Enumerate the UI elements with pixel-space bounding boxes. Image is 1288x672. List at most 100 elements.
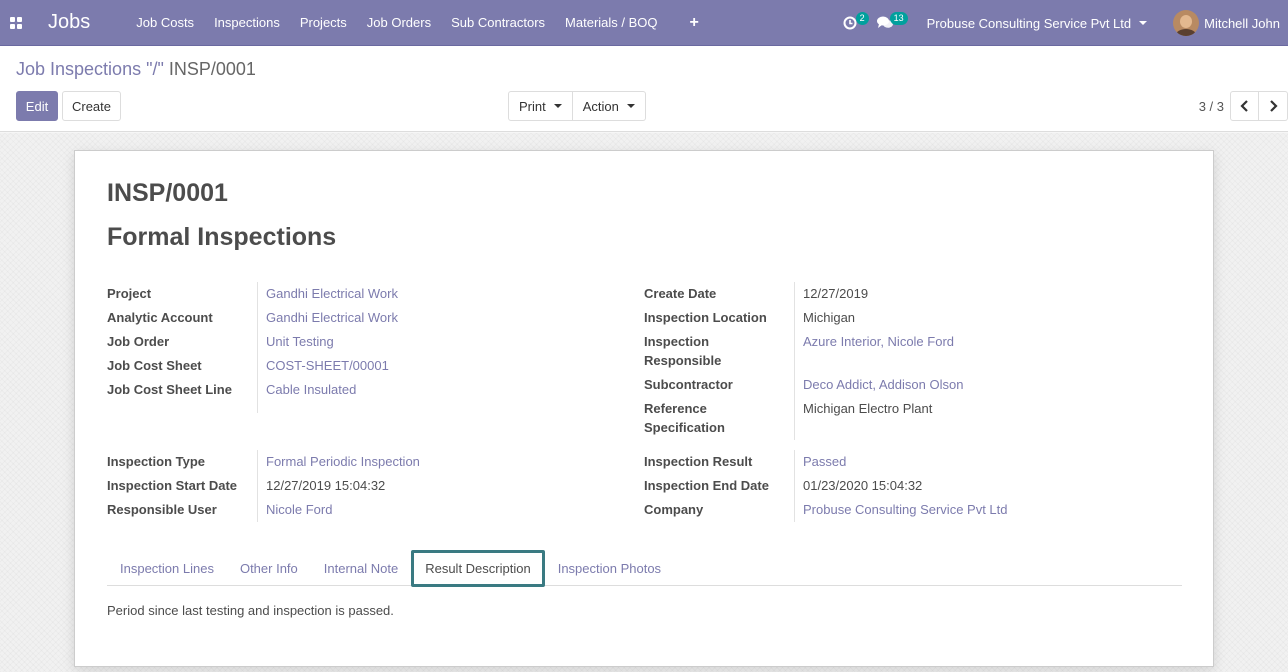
field-row-project: Project Gandhi Electrical Work: [107, 282, 398, 306]
field-label: Responsible User: [107, 502, 217, 517]
responsible-user-value[interactable]: Nicole Ford: [257, 498, 332, 522]
create-button[interactable]: Create: [62, 91, 121, 121]
company-name: Probuse Consulting Service Pvt Ltd: [926, 15, 1132, 31]
field-label: Inspection Start Date: [107, 478, 238, 493]
job-order-value[interactable]: Unit Testing: [257, 330, 334, 354]
field-label: Inspection Responsible: [644, 334, 722, 368]
tab-internal-note[interactable]: Internal Note: [311, 551, 411, 586]
field-label: Inspection Result: [644, 454, 753, 469]
tab-inspection-lines[interactable]: Inspection Lines: [107, 551, 227, 586]
messages-count-badge: 13: [889, 12, 908, 25]
field-row-inspection-result: Inspection Result Passed: [644, 450, 1008, 474]
user-menu[interactable]: Mitchell John: [1153, 0, 1288, 46]
user-name: Mitchell John: [1204, 15, 1280, 31]
action-button-group: Print Action: [508, 91, 646, 121]
menu-materials-boq[interactable]: Materials / BOQ: [555, 0, 667, 46]
breadcrumb-current: INSP/0001: [168, 59, 256, 79]
inspection-type-value[interactable]: Formal Periodic Inspection: [257, 450, 420, 474]
chevron-down-icon: [626, 104, 635, 108]
job-cost-sheet-line-value[interactable]: Cable Insulated: [257, 378, 356, 413]
project-value[interactable]: Gandhi Electrical Work: [257, 282, 398, 306]
subcontractor-value[interactable]: Deco Addict, Addison Olson: [794, 373, 963, 397]
menu-job-orders[interactable]: Job Orders: [357, 0, 441, 46]
analytic-account-value[interactable]: Gandhi Electrical Work: [257, 306, 398, 330]
field-label: Subcontractor: [644, 377, 733, 392]
field-row-company: Company Probuse Consulting Service Pvt L…: [644, 498, 1008, 522]
field-row-inspection-type: Inspection Type Formal Periodic Inspecti…: [107, 450, 420, 474]
field-label: Job Cost Sheet Line: [107, 382, 232, 397]
tab-other-info[interactable]: Other Info: [227, 551, 311, 586]
field-row-job-cost-sheet-line: Job Cost Sheet Line Cable Insulated: [107, 378, 398, 413]
field-label: Project: [107, 286, 152, 301]
messages-button[interactable]: 13: [867, 0, 913, 46]
chevron-down-icon: [553, 104, 562, 108]
navbar-right: 2 13 Probuse Consulting Service Pvt Ltd …: [833, 0, 1288, 46]
main-menu: Job Costs Inspections Projects Job Order…: [126, 0, 721, 46]
field-row-inspection-location: Inspection Location Michigan: [644, 306, 963, 330]
tab-result-description[interactable]: Result Description: [411, 550, 545, 587]
action-dropdown[interactable]: Action: [572, 91, 646, 121]
app-brand[interactable]: Jobs: [48, 11, 90, 34]
record-code: INSP/0001: [107, 179, 228, 207]
reference-specification-value: Michigan Electro Plant: [794, 397, 932, 440]
chevron-right-icon: [1270, 100, 1278, 112]
print-label: Print: [519, 98, 546, 114]
pager-next-button[interactable]: [1259, 91, 1288, 121]
field-label: Create Date: [644, 286, 717, 301]
inspection-responsible-value[interactable]: Azure Interior, Nicole Ford: [794, 330, 954, 373]
form-sheet: INSP/0001 Formal Inspections Project Gan…: [74, 150, 1214, 667]
pager-value[interactable]: 3 / 3: [1199, 99, 1224, 114]
company-value[interactable]: Probuse Consulting Service Pvt Ltd: [794, 498, 1008, 522]
field-label: Inspection End Date: [644, 478, 769, 493]
field-row-inspection-responsible: Inspection Responsible Azure Interior, N…: [644, 330, 963, 373]
field-row-inspection-end-date: Inspection End Date 01/23/2020 15:04:32: [644, 474, 1008, 498]
chevron-left-icon: [1239, 100, 1248, 112]
field-label: Analytic Account: [107, 310, 213, 325]
breadcrumb: Job Inspections "/" INSP/0001: [16, 59, 256, 80]
top-navbar: Jobs Job Costs Inspections Projects Job …: [0, 0, 1288, 46]
field-row-responsible-user: Responsible User Nicole Ford: [107, 498, 420, 522]
company-switcher[interactable]: Probuse Consulting Service Pvt Ltd: [913, 0, 1154, 46]
field-row-analytic-account: Analytic Account Gandhi Electrical Work: [107, 306, 398, 330]
tab-inspection-photos[interactable]: Inspection Photos: [545, 551, 674, 586]
menu-projects[interactable]: Projects: [290, 0, 357, 46]
field-row-subcontractor: Subcontractor Deco Addict, Addison Olson: [644, 373, 963, 397]
field-row-job-cost-sheet: Job Cost Sheet COST-SHEET/00001: [107, 354, 398, 378]
print-dropdown[interactable]: Print: [508, 91, 573, 121]
apps-menu-icon[interactable]: [0, 0, 32, 46]
avatar: [1173, 10, 1200, 36]
left-field-group-2: Inspection Type Formal Periodic Inspecti…: [107, 450, 420, 522]
right-field-group-2: Inspection Result Passed Inspection End …: [644, 450, 1008, 522]
action-label: Action: [582, 98, 619, 114]
result-description-text: Period since last testing and inspection…: [107, 603, 394, 618]
chevron-down-icon: [1139, 21, 1148, 25]
breadcrumb-parent[interactable]: Job Inspections "/": [16, 59, 164, 79]
field-label: Reference Specification: [644, 401, 725, 435]
menu-sub-contractors[interactable]: Sub Contractors: [441, 0, 555, 46]
inspection-end-date-value: 01/23/2020 15:04:32: [794, 474, 922, 498]
field-label: Company: [644, 502, 704, 517]
field-row-job-order: Job Order Unit Testing: [107, 330, 398, 354]
record-name: Formal Inspections: [107, 223, 337, 251]
menu-inspections[interactable]: Inspections: [204, 0, 290, 46]
plus-icon[interactable]: +: [668, 0, 721, 46]
pager: 3 / 3: [1199, 91, 1288, 121]
activity-button[interactable]: 2: [833, 0, 869, 46]
field-label: Inspection Type: [107, 454, 205, 469]
control-panel: Job Inspections "/" INSP/0001 Edit Creat…: [0, 46, 1288, 132]
field-label: Inspection Location: [644, 310, 767, 325]
pager-previous-button[interactable]: [1230, 91, 1259, 121]
clock-icon: [843, 16, 857, 30]
field-label: Job Order: [107, 334, 170, 349]
field-row-inspection-start-date: Inspection Start Date 12/27/2019 15:04:3…: [107, 474, 420, 498]
left-field-group-1: Project Gandhi Electrical Work Analytic …: [107, 282, 398, 413]
field-label: Job Cost Sheet: [107, 358, 202, 373]
job-cost-sheet-value[interactable]: COST-SHEET/00001: [257, 354, 389, 378]
menu-job-costs[interactable]: Job Costs: [126, 0, 204, 46]
create-date-value: 12/27/2019: [794, 282, 868, 306]
edit-button[interactable]: Edit: [16, 91, 58, 121]
right-field-group-1: Create Date 12/27/2019 Inspection Locati…: [644, 282, 963, 440]
field-row-create-date: Create Date 12/27/2019: [644, 282, 963, 306]
inspection-location-value: Michigan: [794, 306, 855, 330]
inspection-result-value[interactable]: Passed: [794, 450, 846, 474]
